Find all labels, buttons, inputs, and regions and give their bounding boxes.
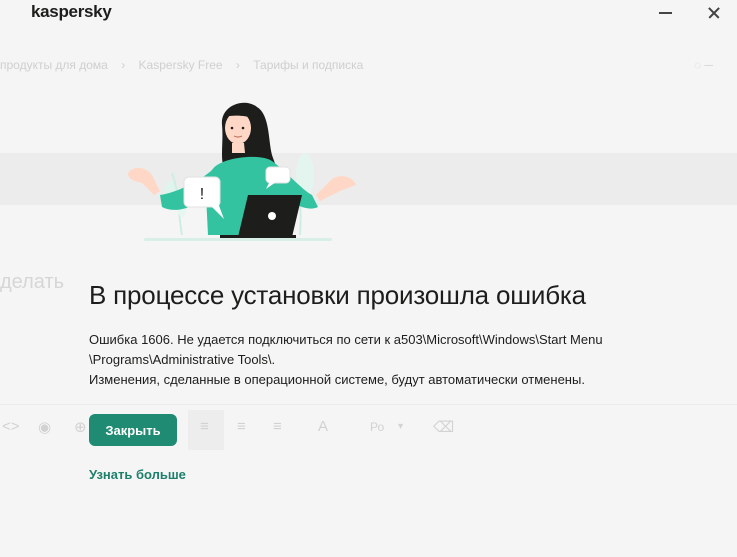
background-breadcrumb-item: Kaspersky Free [138, 58, 223, 72]
error-message-line: Ошибка 1606. Не удается подключиться по … [89, 332, 603, 347]
background-toolbar: <> ◉ ⊕ ≡ ≡ ≡ A Ро ▾ ⌫ [0, 410, 460, 450]
background-code-icon: <> [2, 418, 20, 435]
background-globe-icon: ◌ ─ [694, 58, 713, 72]
minimize-icon[interactable] [655, 4, 677, 22]
right-hand [316, 176, 356, 201]
svg-text:!: ! [200, 186, 204, 203]
background-link-icon: ⊕ [74, 419, 87, 436]
background-chevron-down-icon: ▾ [398, 421, 404, 432]
error-illustration: ! [128, 102, 356, 241]
background-band [0, 153, 737, 205]
background-breadcrumb-item: Тарифы и подписка [253, 58, 364, 72]
background-breadcrumb: продукты для дома › Kaspersky Free › Тар… [0, 58, 364, 72]
background-align-right-icon: ≡ [273, 418, 282, 435]
left-hand [128, 167, 160, 195]
learn-more-link[interactable]: Узнать больше [89, 467, 186, 482]
background-eye-icon: ◉ [38, 419, 52, 436]
background-font-select: Ро [370, 420, 385, 434]
close-icon[interactable] [703, 2, 725, 24]
speech-bubble-icon: ! [183, 176, 224, 219]
background-divider [0, 404, 737, 405]
kaspersky-logo: kaspersky [31, 2, 112, 21]
background-align-left-icon: ≡ [200, 418, 209, 435]
background-heading: делать [0, 271, 65, 293]
error-message-line: Изменения, сделанные в операционной сист… [89, 372, 585, 387]
background-text-color-icon: A [318, 418, 329, 435]
close-button[interactable]: Закрыть [89, 414, 177, 446]
error-title: В процессе установки произошла ошибка [89, 280, 586, 310]
background-breadcrumb-item: продукты для дома [0, 58, 108, 72]
error-message: Ошибка 1606. Не удается подключиться по … [89, 330, 689, 390]
background-clear-format-icon: ⌫ [433, 419, 455, 436]
face [225, 112, 251, 144]
background-align-center-icon: ≡ [237, 418, 246, 435]
error-message-line: \Programs\Administrative Tools\. [89, 352, 276, 367]
